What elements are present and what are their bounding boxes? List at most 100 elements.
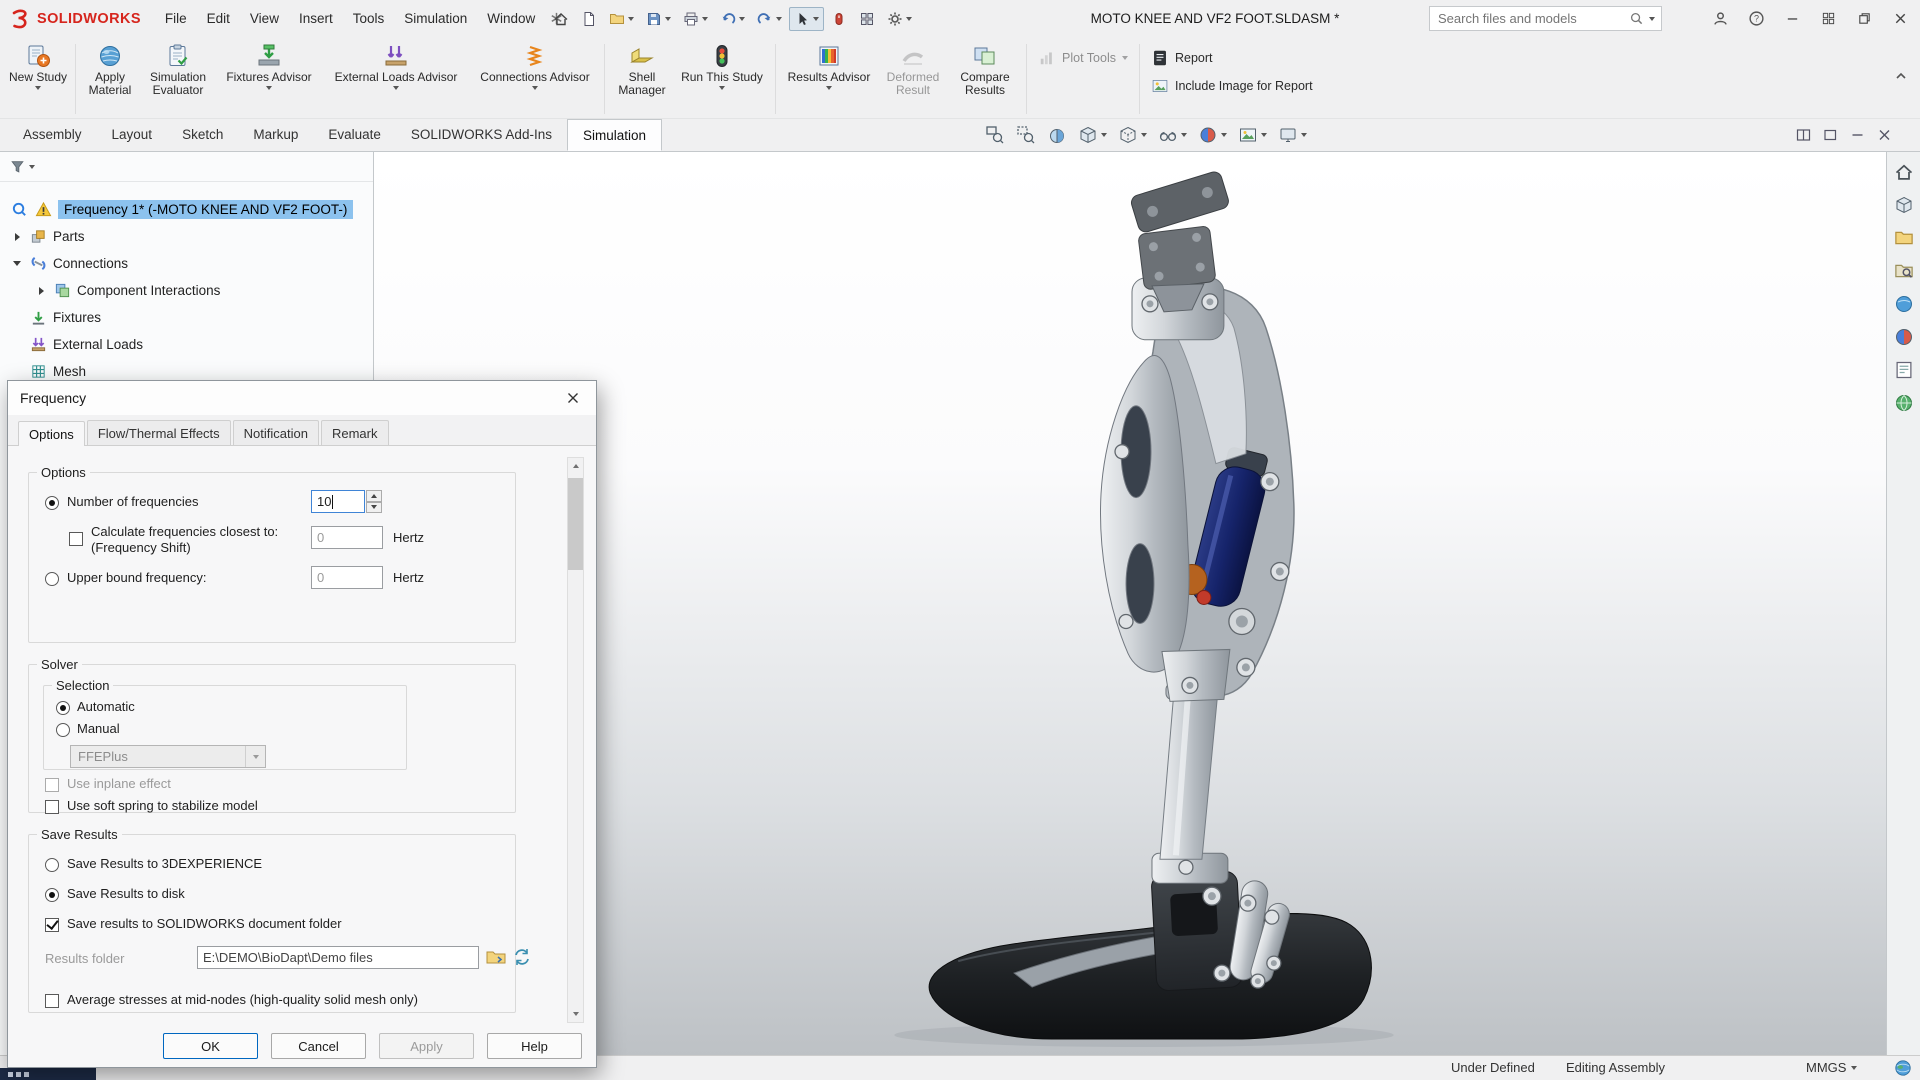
number-of-frequencies-radio[interactable] <box>45 496 59 510</box>
browse-folder-icon[interactable] <box>485 946 507 968</box>
solver-select[interactable]: FFEPlus <box>70 745 266 768</box>
tree-item-external-loads[interactable]: External Loads <box>0 331 373 358</box>
view-settings-icon[interactable] <box>1278 125 1307 145</box>
tree-item-connections[interactable]: Connections <box>0 250 373 277</box>
view-palette-icon[interactable] <box>1894 294 1914 314</box>
dialog-tab-notification[interactable]: Notification <box>233 420 319 445</box>
help-button[interactable]: Help <box>487 1033 582 1059</box>
section-view-icon[interactable] <box>1047 125 1067 145</box>
upper-bound-frequency-radio[interactable] <box>45 572 59 586</box>
appearances-scenes-icon[interactable] <box>1894 327 1914 347</box>
view-orientation-icon[interactable] <box>1078 125 1107 145</box>
tree-item-parts[interactable]: Parts <box>0 223 373 250</box>
units-selector[interactable]: MMGS <box>1806 1056 1857 1080</box>
zoom-area-icon[interactable] <box>1016 125 1036 145</box>
menu-tools[interactable]: Tools <box>343 7 395 30</box>
filter-funnel-icon[interactable] <box>9 159 26 175</box>
tab-simulation[interactable]: Simulation <box>567 119 662 151</box>
options-gear-button[interactable] <box>882 7 917 31</box>
prosthetic-leg-model[interactable] <box>374 152 1886 1055</box>
tree-item-label[interactable]: External Loads <box>53 337 143 352</box>
save-to-3dexperience-radio[interactable] <box>45 858 59 872</box>
tab-sketch[interactable]: Sketch <box>167 119 238 151</box>
dialog-scrollbar[interactable] <box>567 457 584 1023</box>
close-button[interactable] <box>1882 0 1918 37</box>
scroll-down-button[interactable] <box>568 1006 583 1022</box>
ok-button[interactable]: OK <box>163 1033 258 1059</box>
ribbon-fixtures-advisor-button[interactable]: Fixtures Advisor <box>217 40 321 116</box>
touch-mode-button[interactable] <box>854 7 880 31</box>
ribbon-compare-results-button[interactable]: Compare Results <box>949 40 1021 116</box>
dialog-titlebar[interactable]: Frequency <box>8 381 596 415</box>
tree-item-label[interactable]: Parts <box>53 229 85 244</box>
menu-file[interactable]: File <box>155 7 197 30</box>
tree-item-frequency-study[interactable]: Frequency 1* (-MOTO KNEE AND VF2 FOOT-) <box>0 196 373 223</box>
solver-automatic-radio[interactable] <box>56 701 70 715</box>
hide-show-items-icon[interactable] <box>1158 125 1187 145</box>
filter-dropdown-arrow[interactable] <box>29 165 35 169</box>
tab-markup[interactable]: Markup <box>238 119 313 151</box>
tree-item-label[interactable]: Connections <box>53 256 128 271</box>
pane-minimize-icon[interactable] <box>1850 128 1865 142</box>
tab-assembly[interactable]: Assembly <box>8 119 97 151</box>
display-style-icon[interactable] <box>1118 125 1147 145</box>
minimize-button[interactable] <box>1774 0 1810 37</box>
new-document-button[interactable] <box>576 7 602 31</box>
collapse-arrow-icon[interactable] <box>10 261 24 266</box>
custom-properties-icon[interactable] <box>1894 360 1914 380</box>
search-dropdown-arrow[interactable] <box>1649 17 1655 21</box>
home-button[interactable] <box>548 7 574 31</box>
tree-item-label[interactable]: Fixtures <box>53 310 101 325</box>
dialog-tab-options[interactable]: Options <box>18 421 85 446</box>
home-icon[interactable] <box>1894 162 1914 182</box>
split-view-icon[interactable] <box>1796 128 1811 142</box>
spinner-down-button[interactable] <box>366 502 382 514</box>
tree-item-label-selected[interactable]: Frequency 1* (-MOTO KNEE AND VF2 FOOT-) <box>58 200 353 219</box>
ribbon-shell-manager-button[interactable]: Shell Manager <box>610 40 674 116</box>
scroll-up-button[interactable] <box>568 458 583 474</box>
tab-solidworks-add-ins[interactable]: SOLIDWORKS Add-Ins <box>396 119 567 151</box>
ribbon-report-button[interactable]: Report <box>1151 49 1313 67</box>
cancel-button[interactable]: Cancel <box>271 1033 366 1059</box>
edit-appearance-icon[interactable] <box>1198 125 1227 145</box>
frequency-shift-input[interactable]: 0 <box>311 526 383 549</box>
menu-edit[interactable]: Edit <box>197 7 240 30</box>
mouse-gestures-button[interactable] <box>826 7 852 31</box>
ribbon-collapse-icon[interactable] <box>1894 71 1908 81</box>
profile-icon[interactable] <box>1702 0 1738 37</box>
restore-button[interactable] <box>1846 0 1882 37</box>
model-browser-icon[interactable] <box>1894 195 1914 215</box>
ribbon-include-image-for-report-button[interactable]: Include Image for Report <box>1151 77 1313 95</box>
search-input[interactable] <box>1436 10 1624 27</box>
number-of-frequencies-input[interactable]: 10 <box>311 490 365 513</box>
globe-status-icon[interactable] <box>1894 1059 1912 1077</box>
help-icon[interactable]: ? <box>1738 0 1774 37</box>
menu-insert[interactable]: Insert <box>289 7 343 30</box>
spinner-up-button[interactable] <box>366 490 382 502</box>
expand-arrow-icon[interactable] <box>10 233 24 241</box>
dialog-tab-remark[interactable]: Remark <box>321 420 389 445</box>
file-explorer-icon[interactable] <box>1894 261 1914 281</box>
forum-icon[interactable] <box>1894 393 1914 413</box>
scroll-thumb[interactable] <box>568 478 583 570</box>
print-button[interactable] <box>678 7 713 31</box>
zoom-fit-icon[interactable] <box>985 125 1005 145</box>
ribbon-run-this-study-button[interactable]: Run This Study <box>674 40 770 116</box>
dialog-tab-flow-thermal-effects[interactable]: Flow/Thermal Effects <box>87 420 231 445</box>
soft-spring-checkbox[interactable] <box>45 800 59 814</box>
select-tool-button[interactable] <box>789 7 824 31</box>
open-button[interactable] <box>604 7 639 31</box>
results-folder-input[interactable]: E:\DEMO\BioDapt\Demo files <box>197 946 479 969</box>
undo-button[interactable] <box>715 7 750 31</box>
search-icon[interactable] <box>1629 11 1644 26</box>
tab-evaluate[interactable]: Evaluate <box>313 119 396 151</box>
search-box[interactable] <box>1429 6 1662 31</box>
graphics-area[interactable] <box>374 152 1886 1055</box>
windows-taskbar-fragment[interactable] <box>0 1068 96 1080</box>
tree-item-label[interactable]: Mesh <box>53 364 86 379</box>
menu-view[interactable]: View <box>240 7 289 30</box>
menu-simulation[interactable]: Simulation <box>394 7 477 30</box>
workspace-grid-button[interactable] <box>1810 0 1846 37</box>
save-to-disk-radio[interactable] <box>45 888 59 902</box>
ribbon-external-loads-advisor-button[interactable]: External Loads Advisor <box>321 40 471 116</box>
